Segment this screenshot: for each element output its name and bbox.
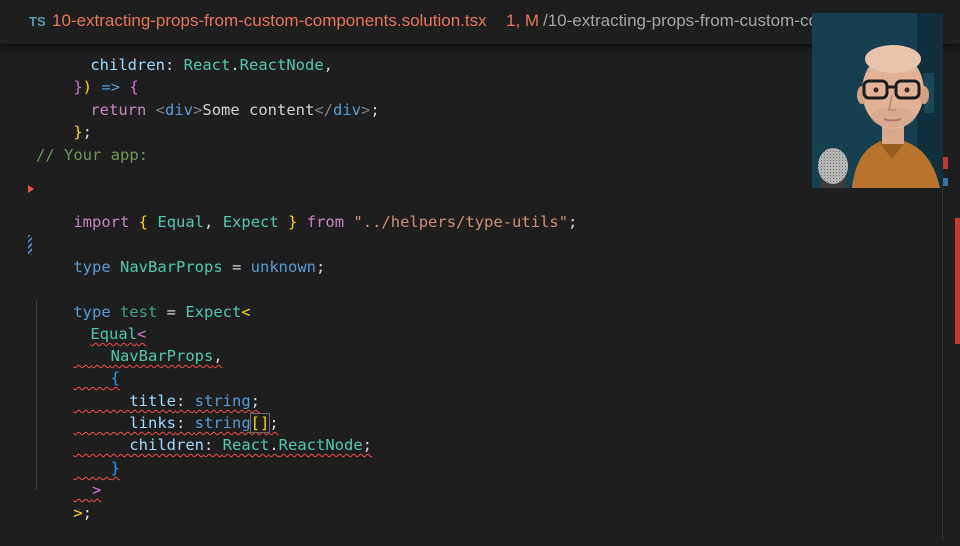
token-type: React bbox=[183, 56, 231, 74]
code-line-import: import { Equal, Expect } from "../helper… bbox=[73, 213, 578, 231]
breadcrumb-path[interactable]: /10-extracting-props-from-custom-co bbox=[543, 11, 818, 31]
code-line-navbarprops-decl: type NavBarProps = unknown; bbox=[73, 258, 326, 276]
code-comment: // Your app: bbox=[36, 146, 148, 164]
code-line-children-prop: children: React.ReactNode; bbox=[129, 436, 373, 454]
token-keyword: unknown bbox=[250, 258, 316, 276]
gutter-change-marker[interactable] bbox=[28, 235, 32, 255]
token-import-name: Equal bbox=[157, 213, 205, 231]
code-line-close: }; bbox=[73, 123, 93, 141]
token-type: ReactNode bbox=[239, 56, 324, 74]
token-prop: children bbox=[129, 436, 204, 454]
tab-filename[interactable]: 10-extracting-props-from-custom-componen… bbox=[52, 11, 487, 31]
code-line-title-prop: title: string; bbox=[129, 392, 261, 410]
code-line-return: return <div>Some content</div>; bbox=[90, 101, 380, 119]
vertical-scrollbar[interactable] bbox=[942, 44, 960, 540]
code-editor[interactable]: children: React.ReactNode, }) => { retur… bbox=[0, 0, 940, 540]
code-line-test-decl: type test = Expect< bbox=[73, 303, 251, 321]
token-keyword: return bbox=[90, 101, 147, 119]
token-tag: div bbox=[333, 101, 362, 119]
token-keyword: type bbox=[73, 258, 111, 276]
code-line-arrow: }) => { bbox=[73, 78, 139, 96]
typescript-file-icon: TS bbox=[29, 14, 46, 29]
token-keyword: import bbox=[73, 213, 130, 231]
token-string: "../helpers/type-utils" bbox=[353, 213, 569, 231]
scrollbar-position-thumb[interactable] bbox=[955, 218, 960, 344]
code-line-equal-close: > bbox=[92, 481, 102, 499]
token-type: NavBarProps bbox=[120, 258, 223, 276]
code-line-object-close: } bbox=[110, 459, 120, 477]
code-line-equal: Equal< bbox=[90, 325, 147, 343]
tab-problem-status: 1, M bbox=[506, 11, 540, 30]
token-type: NavBarProps bbox=[110, 347, 214, 365]
presenter-webcam-icon bbox=[812, 13, 943, 188]
code-line-links-prop: links: string[]; bbox=[129, 413, 279, 433]
gutter-error-marker[interactable] bbox=[28, 185, 34, 193]
token-type: Expect bbox=[185, 303, 242, 321]
scrollbar-modified-marker bbox=[943, 178, 948, 186]
scrollbar-error-marker bbox=[943, 157, 948, 169]
token-type: ReactNode bbox=[278, 436, 363, 454]
code-line-expect-close: >; bbox=[73, 504, 93, 522]
code-line-navbarprops-arg: NavBarProps, bbox=[110, 347, 223, 365]
token-import-name: Expect bbox=[222, 213, 279, 231]
token-keyword: from bbox=[306, 213, 345, 231]
code-line-object-open: { bbox=[110, 369, 120, 387]
token-tag: div bbox=[165, 101, 194, 119]
presenter-webcam-image bbox=[812, 13, 943, 188]
token-type: React bbox=[222, 436, 270, 454]
token-jsx-text: Some content bbox=[202, 101, 315, 119]
